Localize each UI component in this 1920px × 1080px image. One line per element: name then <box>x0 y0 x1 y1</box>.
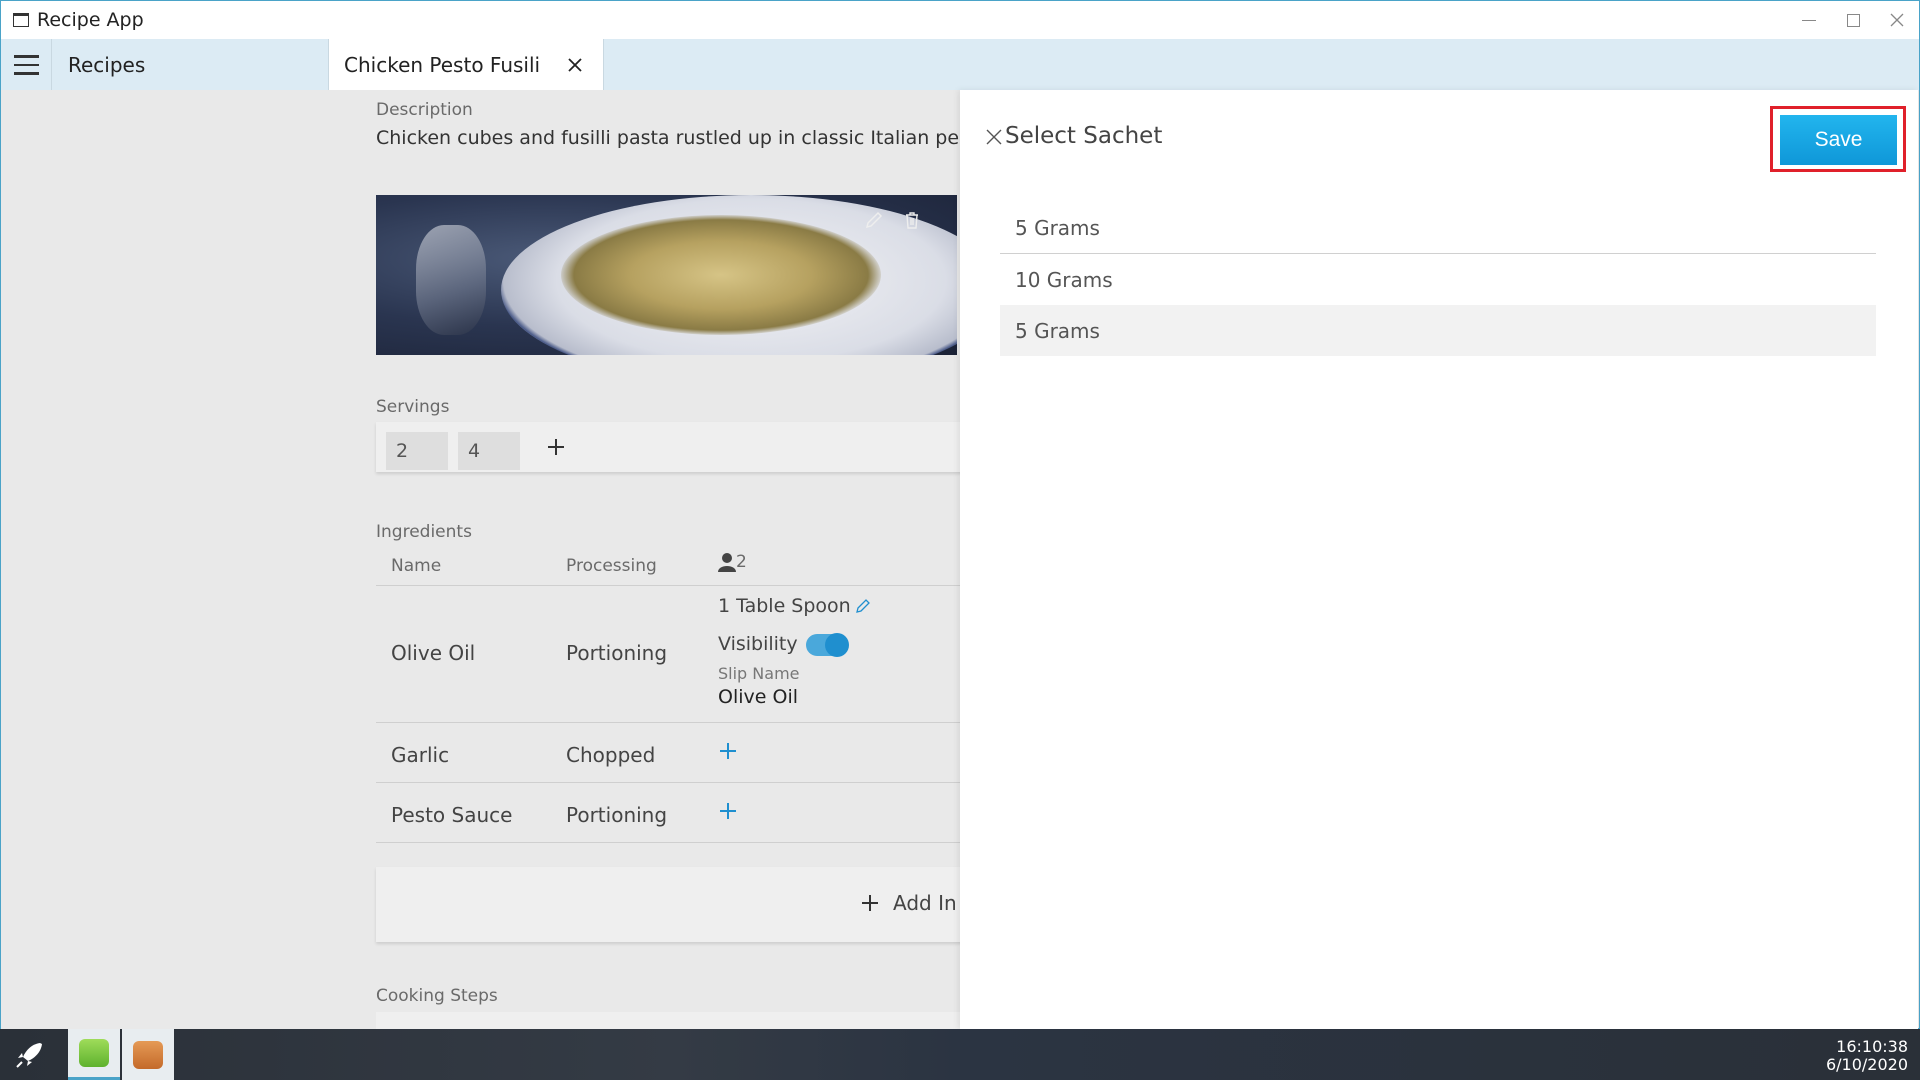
description-text: Chicken cubes and fusilli pasta rustled … <box>376 127 960 149</box>
ingredient-processing: Chopped <box>566 743 656 767</box>
recipe-app-icon <box>79 1039 109 1067</box>
sachet-list: 5 Grams 10 Grams 5 Grams <box>1000 203 1876 356</box>
column-name: Name <box>391 556 442 576</box>
serving-option[interactable]: 2 <box>386 432 448 470</box>
add-portion-plus-icon[interactable] <box>716 799 740 823</box>
ingredient-row[interactable]: Olive Oil Portioning 1 Table Spoon Visib… <box>376 587 960 723</box>
panel-title: Select Sachet <box>1005 123 1163 149</box>
description-label: Description <box>376 100 473 120</box>
rocket-icon[interactable] <box>14 1040 46 1070</box>
edit-photo-icon[interactable] <box>863 209 885 231</box>
tab-close-button[interactable] <box>562 52 588 78</box>
recipe-detail: Description Chicken cubes and fusilli pa… <box>1 90 960 1029</box>
tab-chicken-pesto-fusili[interactable]: Chicken Pesto Fusili <box>328 39 604 91</box>
tab-label: Chicken Pesto Fusili <box>344 53 541 77</box>
edit-icon[interactable] <box>855 598 871 614</box>
visibility-label: Visibility <box>718 633 798 655</box>
hamburger-icon <box>13 55 39 58</box>
cooking-steps-label: Cooking Steps <box>376 986 498 1006</box>
store-app-icon <box>133 1040 163 1069</box>
close-icon <box>568 58 582 72</box>
close-window-button[interactable] <box>1875 1 1919 39</box>
add-serving-button[interactable] <box>541 432 571 462</box>
select-sachet-panel: Select Sachet Save 5 Grams 10 Grams 5 Gr… <box>960 90 1918 1029</box>
close-icon <box>1890 13 1904 27</box>
sachet-option-selected[interactable]: 5 Grams <box>1000 305 1876 356</box>
taskbar-app-recipes[interactable] <box>68 1029 120 1080</box>
system-clock: 16:10:38 6/10/2020 <box>1826 1038 1908 1074</box>
window-icon <box>13 13 29 27</box>
ingredient-name: Olive Oil <box>391 641 476 665</box>
sachet-option[interactable]: 5 Grams <box>1000 203 1876 254</box>
ingredients-header: Name Processing 2 <box>376 546 960 586</box>
recipe-photo <box>376 195 957 355</box>
maximize-icon <box>1846 13 1860 27</box>
ingredient-processing: Portioning <box>566 803 668 827</box>
window-controls <box>1787 1 1919 39</box>
save-button[interactable]: Save <box>1780 115 1897 165</box>
portion-text: 1 Table Spoon <box>718 595 851 617</box>
sachet-option[interactable]: 10 Grams <box>1000 254 1876 305</box>
clock-date: 6/10/2020 <box>1825 1055 1908 1074</box>
plus-icon <box>548 439 564 455</box>
cooking-steps-box <box>376 1012 960 1029</box>
tab-bar: Recipes Chicken Pesto Fusili <box>1 39 1919 91</box>
servings-label: Servings <box>376 397 450 417</box>
servings-count: 2 <box>736 552 747 572</box>
minimize-icon <box>1802 19 1816 21</box>
tab-recipes[interactable]: Recipes <box>52 39 328 91</box>
title-bar: Recipe App <box>1 1 1919 39</box>
slip-name-label: Slip Name <box>718 664 800 683</box>
taskbar: 16:10:38 6/10/2020 <box>0 1029 1920 1080</box>
hamburger-menu-button[interactable] <box>1 39 52 91</box>
plus-icon <box>862 895 878 911</box>
maximize-button[interactable] <box>1831 1 1875 39</box>
add-portion-plus-icon[interactable] <box>716 739 740 763</box>
ingredients-label: Ingredients <box>376 522 472 542</box>
ingredient-row[interactable]: Pesto Sauce Portioning <box>376 783 960 843</box>
taskbar-app-store[interactable] <box>122 1029 174 1080</box>
visibility-toggle[interactable] <box>806 633 849 657</box>
ingredient-row[interactable]: Garlic Chopped <box>376 723 960 783</box>
portion-value[interactable]: 1 Table Spoon <box>718 595 871 617</box>
column-processing: Processing <box>566 556 657 576</box>
clock-time: 16:10:38 <box>1836 1037 1908 1056</box>
servings-box: 2 4 <box>376 422 960 472</box>
serving-option[interactable]: 4 <box>458 432 520 470</box>
delete-photo-icon[interactable] <box>901 209 923 231</box>
add-ingredient-label: Add In <box>893 891 957 915</box>
slip-name-value: Olive Oil <box>718 686 798 708</box>
close-panel-icon[interactable] <box>985 128 1003 146</box>
window-title: Recipe App <box>37 9 144 31</box>
ingredient-processing: Portioning <box>566 641 668 665</box>
person-icon <box>718 553 736 572</box>
ingredient-name: Garlic <box>391 743 450 767</box>
add-ingredient-button[interactable]: Add In <box>376 867 960 942</box>
ingredient-name: Pesto Sauce <box>391 803 513 827</box>
column-servings: 2 <box>718 552 747 572</box>
minimize-button[interactable] <box>1787 1 1831 39</box>
